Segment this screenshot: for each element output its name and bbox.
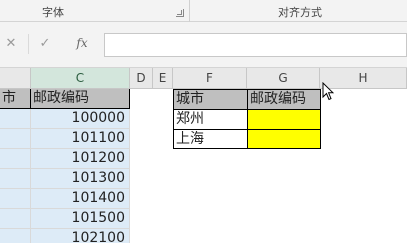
ribbon-group-labels: 字体 对齐方式 xyxy=(0,0,407,22)
font-group-label: 字体 xyxy=(42,6,64,19)
column-header-d[interactable]: D xyxy=(130,68,153,89)
column-header-e[interactable]: E xyxy=(153,68,173,89)
table-cell[interactable] xyxy=(0,189,31,209)
ribbon-separator xyxy=(189,0,190,22)
left-table-partial-header[interactable]: 市 xyxy=(0,89,31,109)
city-cell-zhengzhou[interactable]: 郑州 xyxy=(173,109,248,130)
postal-cell-zhengzhou[interactable] xyxy=(247,109,321,130)
city-cell-shanghai[interactable]: 上海 xyxy=(173,129,248,149)
table-cell[interactable] xyxy=(0,229,31,243)
right-table-city-header[interactable]: 城市 xyxy=(173,89,248,110)
table-cell[interactable] xyxy=(0,109,31,129)
alignment-group-label: 对齐方式 xyxy=(278,6,322,19)
formula-bar-divider xyxy=(28,34,29,54)
left-table-postal-header[interactable]: 邮政编码 xyxy=(31,89,130,109)
table-cell[interactable]: 102100 xyxy=(31,229,130,243)
table-cell[interactable]: 101200 xyxy=(31,149,130,169)
table-cell[interactable]: 101100 xyxy=(31,129,130,149)
table-cell[interactable]: 101400 xyxy=(31,189,130,209)
formula-input[interactable] xyxy=(104,33,407,57)
table-cell[interactable]: 101500 xyxy=(31,209,130,229)
column-header-g[interactable]: G xyxy=(247,68,320,89)
table-cell[interactable] xyxy=(0,149,31,169)
font-dialog-launcher-icon[interactable] xyxy=(176,9,184,17)
table-cell[interactable]: 101300 xyxy=(31,169,130,189)
table-cell[interactable] xyxy=(0,129,31,149)
column-header-c[interactable]: C xyxy=(31,68,130,89)
insert-function-icon[interactable]: fx xyxy=(75,36,89,50)
column-header-f[interactable]: F xyxy=(173,68,247,89)
enter-icon[interactable]: ✓ xyxy=(38,36,52,51)
right-table-postal-header[interactable]: 邮政编码 xyxy=(247,89,321,110)
formula-bar: ✕ ✓ fx xyxy=(0,22,407,68)
mouse-cursor-icon xyxy=(322,82,334,101)
table-cell[interactable] xyxy=(0,209,31,229)
column-header-b-partial[interactable] xyxy=(0,68,31,89)
cancel-icon[interactable]: ✕ xyxy=(4,36,18,51)
postal-cell-shanghai[interactable] xyxy=(247,129,321,149)
table-cell[interactable] xyxy=(0,169,31,189)
table-cell[interactable]: 100000 xyxy=(31,109,130,129)
